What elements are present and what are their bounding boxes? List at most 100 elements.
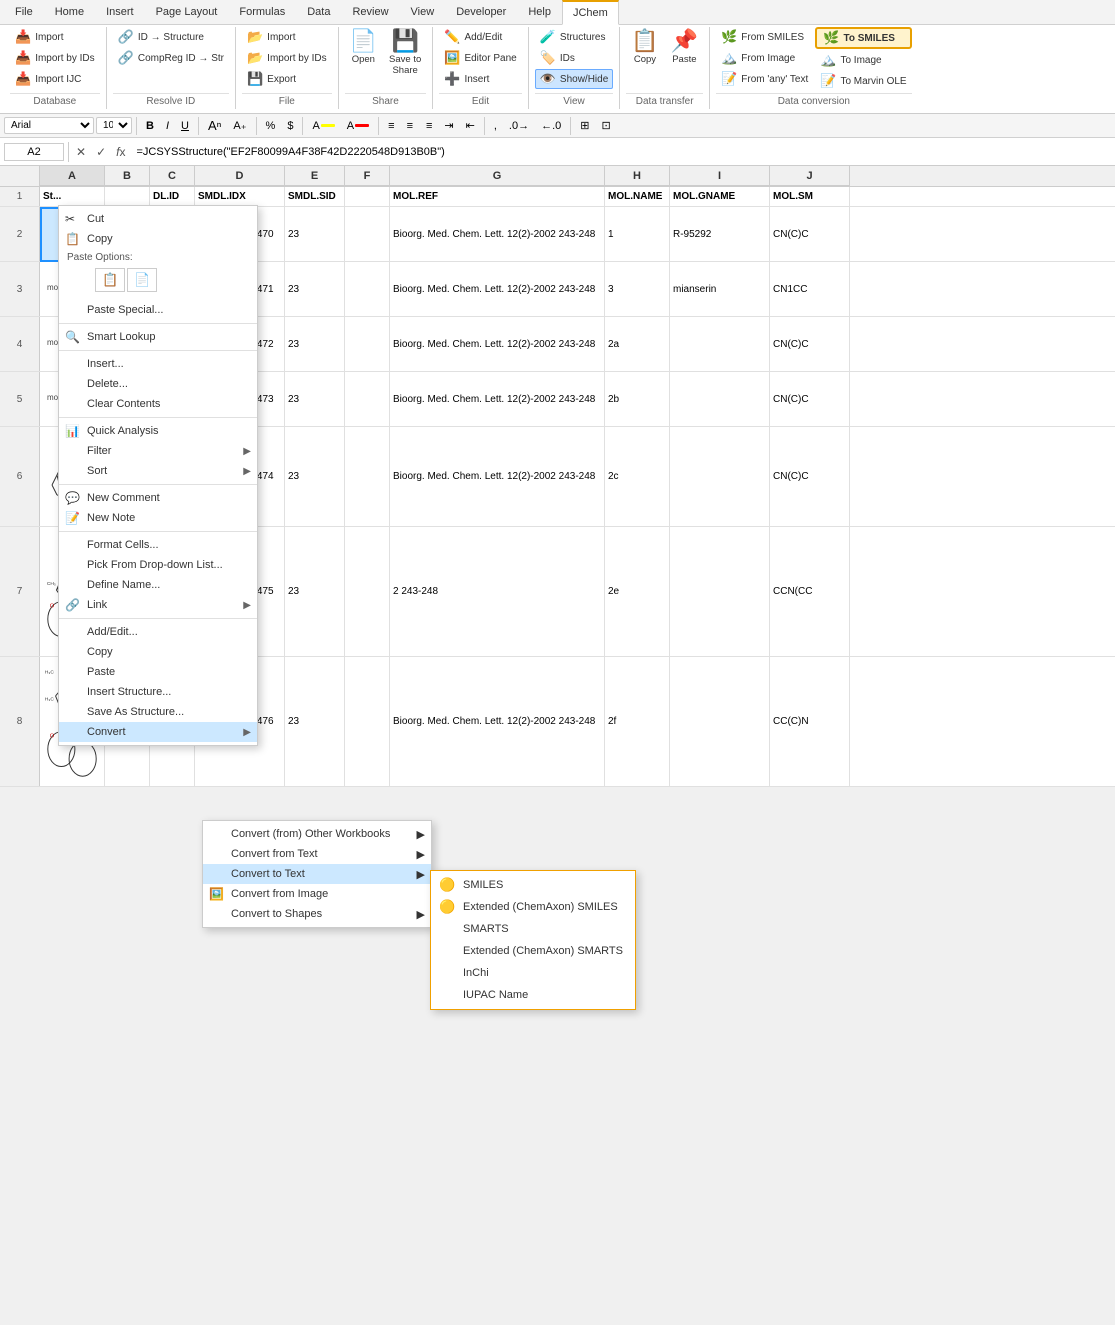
ctx-delete[interactable]: Delete... [59,374,257,394]
col-header-j[interactable]: J [770,166,850,186]
cell-j5[interactable]: CN(C)C [770,372,850,426]
from-smiles-button[interactable]: 🌿 From SMILES [716,27,813,47]
cell-g4[interactable]: Bioorg. Med. Chem. Lett. 12(2)-2002 243-… [390,317,605,371]
cell-g2[interactable]: Bioorg. Med. Chem. Lett. 12(2)-2002 243-… [390,207,605,261]
col-header-c[interactable]: C [150,166,195,186]
cell-h8[interactable]: 2f [605,657,670,786]
compreg-button[interactable]: 🔗 CompReg ID → Str [113,48,229,68]
ctx-paste2[interactable]: Paste [59,662,257,682]
cell-j2[interactable]: CN(C)C [770,207,850,261]
add-edit-button[interactable]: ✏️ Add/Edit [439,27,521,47]
sub2-inchi[interactable]: InChi [431,962,635,984]
paste-button[interactable]: 📌 Paste [666,27,703,68]
cell-i5[interactable] [670,372,770,426]
editor-pane-button[interactable]: 🖼️ Editor Pane [439,48,521,68]
cell-e4[interactable]: 23 [285,317,345,371]
cell-i8[interactable] [670,657,770,786]
comma-format-button[interactable]: , [489,118,502,134]
cell-j4[interactable]: CN(C)C [770,317,850,371]
align-right-button[interactable]: ≡ [421,118,437,134]
to-marvin-ole-button[interactable]: 📝 To Marvin OLE [815,71,911,91]
file-import-ids-button[interactable]: 📂 Import by IDs [242,48,332,68]
cell-b1[interactable] [105,187,150,206]
tab-formulas[interactable]: Formulas [228,0,296,24]
sub2-smarts[interactable]: SMARTS [431,918,635,940]
export-button[interactable]: 💾 Export [242,69,332,89]
underline-button[interactable]: U [176,118,194,134]
italic-button[interactable]: I [161,118,174,134]
col-header-g[interactable]: G [390,166,605,186]
ctx-convert[interactable]: Convert ▶ [59,722,257,742]
fill-color-button[interactable]: A [307,118,339,134]
to-smiles-button[interactable]: 🌿 To SMILES [815,27,911,49]
file-import-button[interactable]: 📂 Import [242,27,332,47]
ctx-copy[interactable]: 📋 Copy [59,229,257,249]
tab-data[interactable]: Data [296,0,341,24]
cell-g8[interactable]: Bioorg. Med. Chem. Lett. 12(2)-2002 243-… [390,657,605,786]
ctx-pick-dropdown[interactable]: Pick From Drop-down List... [59,555,257,575]
ctx-define-name[interactable]: Define Name... [59,575,257,595]
cell-reference-input[interactable] [4,143,64,161]
sub-convert-from-text[interactable]: Convert from Text ▶ [203,844,431,864]
to-image-button[interactable]: 🏔️ To Image [815,50,911,70]
ctx-quick-analysis[interactable]: 📊 Quick Analysis [59,421,257,441]
sub-convert-other[interactable]: Convert (from) Other Workbooks ▶ [203,824,431,844]
cell-h2[interactable]: 1 [605,207,670,261]
dollar-button[interactable]: $ [282,118,298,134]
font-color-button[interactable]: A [342,118,374,134]
cell-e2[interactable]: 23 [285,207,345,261]
insert-function-icon[interactable]: fx [113,144,128,160]
tab-view[interactable]: View [400,0,446,24]
import-button[interactable]: 📥 Import [10,27,100,47]
cell-f4[interactable] [345,317,390,371]
cell-e8[interactable]: 23 [285,657,345,786]
bold-button[interactable]: B [141,118,159,134]
font-shrink-button[interactable]: A₊ [228,117,251,134]
col-header-d[interactable]: D [195,166,285,186]
ctx-sort[interactable]: Sort ▶ [59,461,257,481]
borders-button[interactable]: ⊞ [575,117,594,134]
cell-j7[interactable]: CCN(CC [770,527,850,656]
cell-g1[interactable]: MOL.REF [390,187,605,206]
cell-e5[interactable]: 23 [285,372,345,426]
cell-e1[interactable]: SMDL.SID [285,187,345,206]
sub-convert-from-image[interactable]: 🖼️ Convert from Image [203,884,431,904]
cell-e7[interactable]: 23 [285,527,345,656]
cell-f5[interactable] [345,372,390,426]
ctx-insert-structure[interactable]: Insert Structure... [59,682,257,702]
cell-e3[interactable]: 23 [285,262,345,316]
cell-f2[interactable] [345,207,390,261]
col-header-a[interactable]: A [40,166,105,186]
confirm-icon[interactable]: ✓ [93,144,109,160]
id-to-structure-button[interactable]: 🔗 ID → Structure [113,27,229,47]
cell-h1[interactable]: MOL.NAME [605,187,670,206]
sub2-extended-smarts[interactable]: Extended (ChemAxon) SMARTS [431,940,635,962]
sub2-iupac[interactable]: IUPAC Name [431,984,635,1006]
ctx-cut[interactable]: ✂ Cut [59,209,257,229]
paste-btn-2[interactable]: 📄 [127,268,157,292]
ctx-new-comment[interactable]: 💬 New Comment [59,488,257,508]
cell-h6[interactable]: 2c [605,427,670,526]
show-hide-button[interactable]: 👁️ Show/Hide [535,69,614,89]
tab-page-layout[interactable]: Page Layout [145,0,229,24]
ctx-paste-special[interactable]: Paste Special... [59,300,257,320]
font-family-select[interactable]: Arial [4,117,94,134]
cell-j6[interactable]: CN(C)C [770,427,850,526]
cell-j3[interactable]: CN1CC [770,262,850,316]
sub2-smiles[interactable]: 🟡 SMILES [431,874,635,896]
import-ijc-button[interactable]: 📥 Import IJC [10,69,100,89]
ctx-save-as-structure[interactable]: Save As Structure... [59,702,257,722]
cell-f1[interactable] [345,187,390,206]
ctx-filter[interactable]: Filter ▶ [59,441,257,461]
decimal-decrease-button[interactable]: ←.0 [536,118,566,134]
ids-button[interactable]: 🏷️ IDs [535,48,614,68]
cell-f7[interactable] [345,527,390,656]
font-grow-button[interactable]: Aⁿ [203,116,226,135]
cell-h4[interactable]: 2a [605,317,670,371]
import-by-ids-button[interactable]: 📥 Import by IDs [10,48,100,68]
tab-developer[interactable]: Developer [445,0,517,24]
cell-a1[interactable]: St... [40,187,105,206]
sub2-extended-smiles[interactable]: 🟡 Extended (ChemAxon) SMILES [431,896,635,918]
tab-home[interactable]: Home [44,0,95,24]
tab-insert[interactable]: Insert [95,0,145,24]
